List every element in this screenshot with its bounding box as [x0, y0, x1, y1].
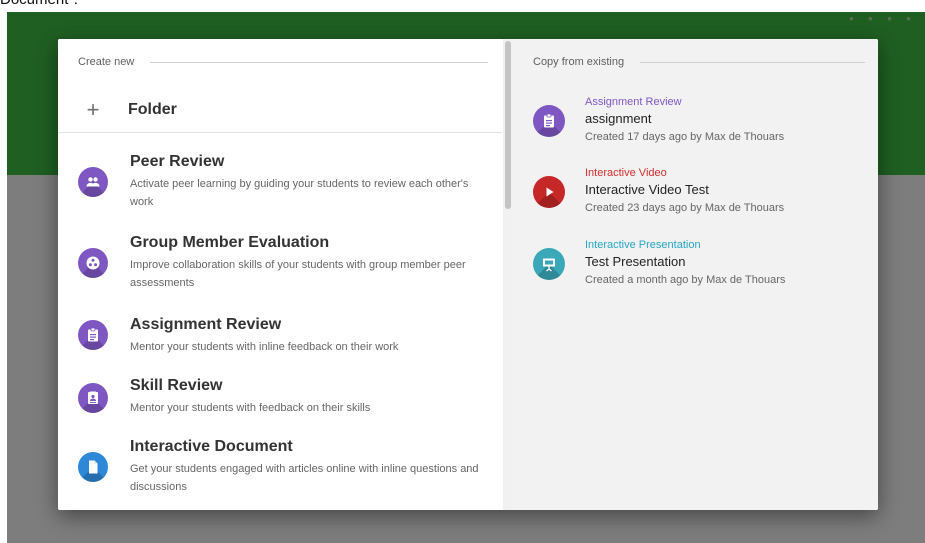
page-caption: Document".	[0, 0, 78, 8]
create-new-pane: Create new + Folder Peer Review Activate…	[58, 39, 502, 510]
new-folder-button[interactable]: + Folder	[58, 87, 502, 133]
tool-title: Group Member Evaluation	[130, 234, 330, 251]
header-icons: ● ● ● ●	[849, 14, 917, 23]
item-title: assignment	[585, 111, 652, 126]
clipboard-icon	[533, 105, 565, 137]
people-icon	[78, 167, 108, 197]
badge-icon	[78, 383, 108, 413]
tool-assignment-review[interactable]: Assignment Review Mentor your students w…	[58, 316, 502, 360]
tool-title: Skill Review	[130, 377, 223, 394]
play-icon	[533, 176, 565, 208]
item-meta: Created 17 days ago by Max de Thouars	[585, 131, 785, 143]
copy-existing-header-label: Copy from existing	[533, 56, 625, 68]
tool-interactive-document[interactable]: Interactive Document Get your students e…	[58, 438, 502, 498]
item-title: Test Presentation	[585, 254, 686, 269]
tool-peer-review[interactable]: Peer Review Activate peer learning by gu…	[58, 153, 502, 213]
document-icon	[78, 452, 108, 482]
item-meta: Created a month ago by Max de Thouars	[585, 274, 786, 286]
tool-description: Mentor your students with feedback on th…	[130, 402, 371, 414]
plus-icon: +	[86, 96, 100, 122]
tool-description: Get your students engaged with articles …	[130, 463, 479, 493]
item-type-label: Interactive Video	[585, 167, 667, 179]
create-dialog: Create new + Folder Peer Review Activate…	[58, 39, 878, 510]
tool-group-member-evaluation[interactable]: Group Member Evaluation Improve collabor…	[58, 234, 502, 294]
tool-description: Improve collaboration skills of your stu…	[130, 259, 466, 289]
left-pane-scrollbar[interactable]	[503, 39, 513, 510]
tool-skill-review[interactable]: Skill Review Mentor your students with f…	[58, 377, 502, 421]
folder-label: Folder	[128, 100, 177, 118]
create-new-header-label: Create new	[78, 56, 135, 68]
screen: Document". ● ● ● ● Create new + Folder	[0, 0, 925, 543]
create-new-header: Create new	[78, 55, 488, 69]
copy-existing-header: Copy from existing	[533, 55, 865, 69]
tool-title: Interactive Document	[130, 438, 293, 455]
header-divider	[150, 61, 488, 63]
scrollbar-thumb[interactable]	[505, 41, 511, 209]
group-icon	[78, 248, 108, 278]
existing-item-assignment[interactable]: Assignment Review assignment Created 17 …	[513, 96, 878, 150]
item-title: Interactive Video Test	[585, 182, 709, 197]
header-divider	[640, 61, 865, 63]
item-meta: Created 23 days ago by Max de Thouars	[585, 202, 785, 214]
tool-title: Assignment Review	[130, 316, 282, 333]
existing-item-interactive-video-test[interactable]: Interactive Video Interactive Video Test…	[513, 167, 878, 221]
item-type-label: Assignment Review	[585, 96, 682, 108]
clipboard-icon	[78, 320, 108, 350]
tool-title: Peer Review	[130, 153, 225, 170]
copy-existing-pane: Copy from existing Assignment Review ass…	[513, 39, 878, 510]
item-type-label: Interactive Presentation	[585, 239, 701, 251]
existing-item-test-presentation[interactable]: Interactive Presentation Test Presentati…	[513, 239, 878, 293]
tool-description: Activate peer learning by guiding your s…	[130, 178, 469, 208]
presentation-icon	[533, 248, 565, 280]
tool-description: Mentor your students with inline feedbac…	[130, 341, 399, 353]
